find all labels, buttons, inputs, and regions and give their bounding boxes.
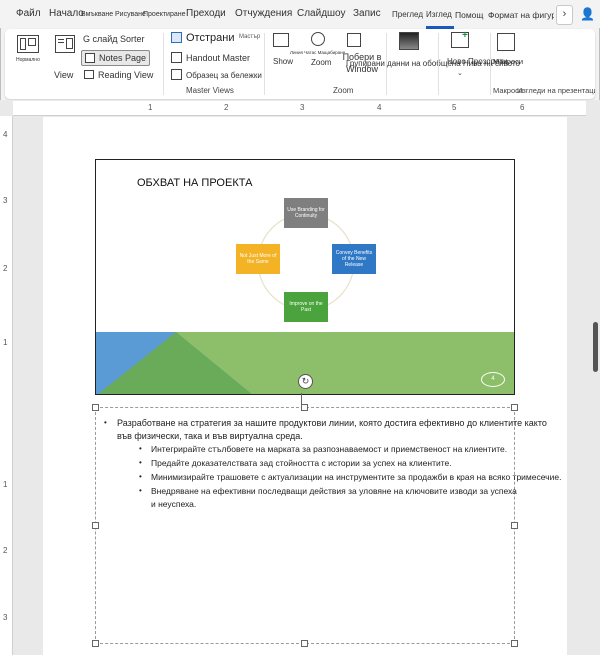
tab-view[interactable]: Изглед [426,10,454,19]
tab-file[interactable]: Файл [16,8,41,19]
ribbon-separator [163,33,164,95]
normal-view-label: Нормално [16,57,40,63]
tab-animations[interactable]: Отчуждения [235,8,292,19]
ruler-number: 1 [3,480,8,489]
master-views-group-label: Master Views [186,86,234,95]
ruler-number: 2 [3,264,8,273]
ruler-number: 3 [3,613,8,622]
vertical-scrollbar[interactable] [593,322,598,372]
ruler-number: 2 [224,103,229,112]
notes-page-button[interactable]: Notes Page [81,50,150,66]
ribbon-separator [264,33,265,95]
bullet-icon: • [104,418,107,427]
ruler-number: 5 [452,103,457,112]
ruler-number: 1 [3,338,8,347]
ruler-number: 3 [3,196,8,205]
ribbon-separator [438,33,439,95]
rotate-handle-icon[interactable]: ↻ [298,374,313,389]
notes-sub-bullet: Внедряване на ефективни последващи дейст… [151,486,517,496]
fit-window-icon [347,33,361,47]
ruler-number: 1 [148,103,153,112]
vertical-ruler: 4 3 2 1 1 2 3 [0,116,13,655]
notes-page-label: Notes Page [99,53,147,63]
notes-master-label: Образец за бележки [186,71,262,80]
notes-placeholder[interactable] [95,407,515,644]
tab-help[interactable]: Помощ [455,10,485,20]
macros-icon [497,33,515,51]
tab-home[interactable]: Начало [49,8,84,19]
zoom-group-label: Zoom [333,86,354,95]
outline-view-label: View [54,70,74,80]
person-icon[interactable]: 👤 [580,7,595,21]
notes-main-bullet-line1: Разработване на стратегия за нашите прод… [117,418,547,428]
notes-sub-bullet: Интегрирайте стълбовете на марката за ра… [151,444,508,454]
ruler-number: 3 [300,103,305,112]
chevron-right-icon[interactable]: › [556,5,573,25]
tab-transitions[interactable]: Преходи [186,8,226,19]
tab-insert[interactable]: Вмъкване [81,11,113,18]
presentation-views-group-label: Изгледи на презентация [517,86,595,95]
bullet-icon: • [139,486,142,495]
resize-handle[interactable] [511,522,518,529]
magnifier-icon [311,32,325,46]
macros-label: Макроси [493,57,524,66]
resize-handle[interactable] [301,640,308,647]
resize-handle[interactable] [511,640,518,647]
show-label: Show [273,57,294,66]
smartart-card-right: Convey Benefits of the New Release [332,244,376,274]
slide-master-icon [171,32,182,43]
notes-page-icon [85,53,95,63]
resize-handle[interactable] [92,640,99,647]
horizontal-ruler: 1 2 3 4 5 6 [13,101,586,116]
notes-sub-bullet: Минимизирайте трашовете с актуализации н… [151,472,562,482]
tab-review[interactable]: Преглед [392,10,423,19]
gridlines-icon [273,33,289,47]
notes-sub-bullet: Предайте доказателствата зад стойността … [151,458,452,468]
rotate-handle-line [301,393,302,404]
ruler-number: 4 [377,103,382,112]
bullet-icon: • [139,458,142,467]
handout-master-label: Handout Master [186,53,251,63]
handout-master-icon [171,52,182,63]
tab-shape-format[interactable]: Формат на фигура [488,10,554,20]
slide-graphics [96,213,514,394]
normal-view-icon [17,35,39,53]
notes-master-icon [171,69,182,80]
slide-thumbnail[interactable]: ОБХВАТ НА ПРОЕКТА Use Branding for Conti… [95,159,515,395]
smartart-card-left: Not Just More of the Same [236,244,280,274]
slide-sorter-button[interactable]: G слайд Sorter [83,34,153,44]
zoom-label: Zoom [311,58,332,67]
reading-view-label: Reading View [98,70,154,80]
chevron-down-icon: ⌄ [457,70,463,77]
resize-handle[interactable] [92,404,99,411]
slide-master-label: Отстрани [186,32,235,44]
tab-record[interactable]: Запис [353,8,381,19]
ribbon-separator [490,33,491,95]
resize-handle[interactable] [92,522,99,529]
notes-sub-bullet-continued: и неуспеха. [151,499,197,509]
reading-view-icon [84,70,94,79]
outline-view-icon [55,35,75,53]
slide-master-small-label: Мастър [239,34,261,40]
slide-number-badge: 4 [481,372,505,387]
bullet-icon: • [139,472,142,481]
ruler-number: 4 [3,130,8,139]
tab-design[interactable]: Проектиране [143,11,186,18]
resize-handle[interactable] [511,404,518,411]
tab-draw[interactable]: Рисуване [115,11,146,18]
tab-slideshow[interactable]: Слайдшоу [297,8,346,19]
smartart-card-top: Use Branding for Continuity [284,198,328,228]
ruler-number: 2 [3,546,8,555]
grayscale-icon [399,32,419,50]
ribbon: Нормално View G слайд Sorter Notes Page … [5,29,595,99]
notes-main-bullet-line2: във физически, така и във виртуална сред… [117,431,303,441]
plus-icon: + [462,30,468,41]
resize-handle[interactable] [301,404,308,411]
ruler-number: 6 [520,103,525,112]
bullet-icon: • [139,444,142,453]
ribbon-tab-bar: Файл Начало Вмъкване Рисуване Проектиран… [0,0,600,29]
zoom-small-label: Линия Чатас Мащабиране [290,50,346,55]
smartart-card-bottom: Improve on the Past [284,292,328,322]
